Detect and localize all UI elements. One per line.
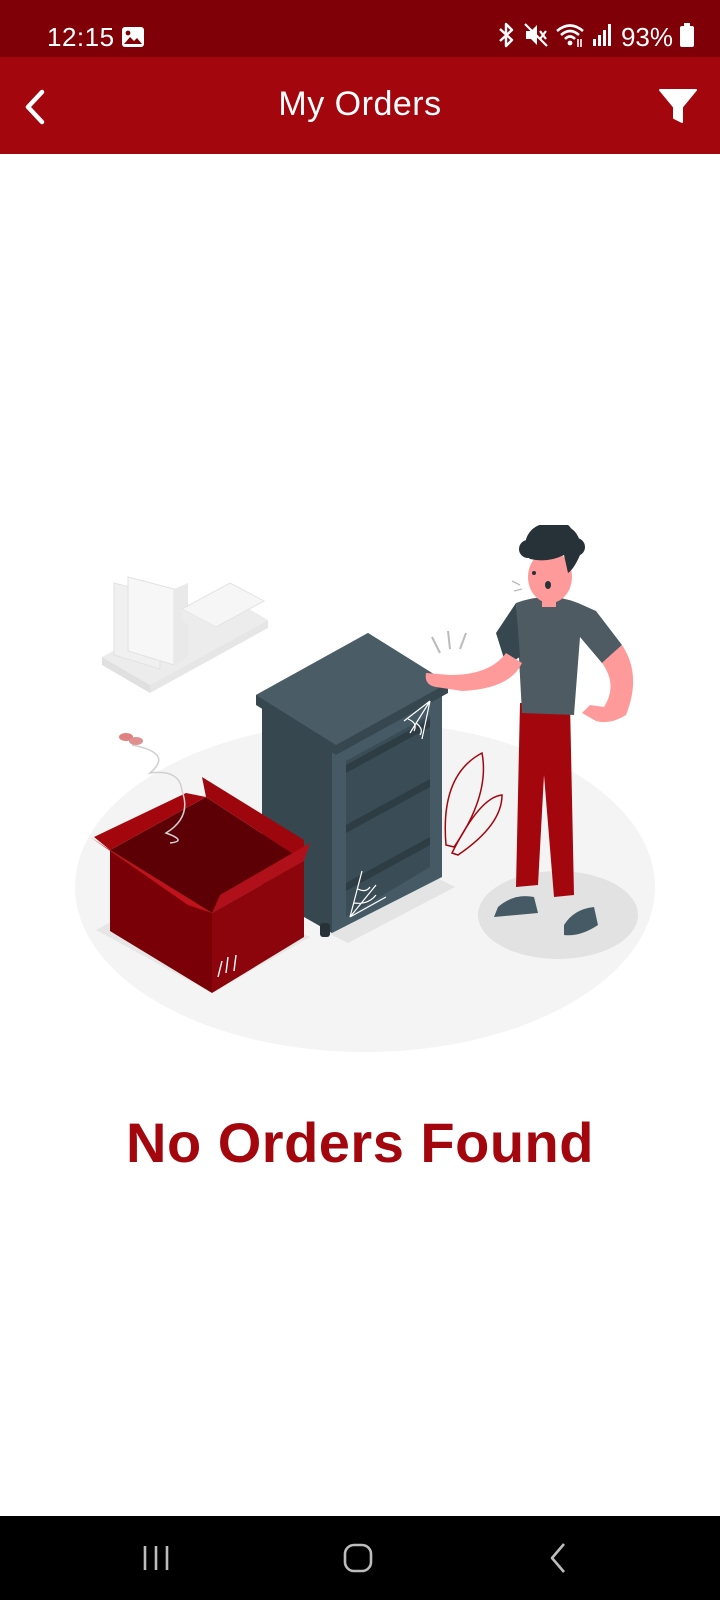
status-bar: 12:15 93% — [0, 0, 720, 57]
recent-apps-icon — [143, 1546, 169, 1570]
bluetooth-icon — [497, 22, 517, 53]
status-time: 12:15 — [47, 22, 115, 52]
empty-orders-illustration — [70, 522, 660, 1080]
back-icon — [550, 1543, 565, 1573]
system-nav-bar — [0, 1516, 720, 1600]
filter-button[interactable] — [656, 87, 700, 127]
system-back-button[interactable] — [538, 1536, 582, 1580]
mute-icon — [524, 22, 548, 53]
signal-icon — [592, 23, 614, 52]
filter-icon — [659, 89, 697, 123]
recent-apps-button[interactable] — [134, 1536, 178, 1580]
gallery-icon — [121, 26, 145, 53]
battery-percentage: 93% — [620, 21, 673, 52]
page-title: My Orders — [278, 85, 442, 123]
status-icons: 93% — [497, 20, 694, 54]
app-bar: My Orders — [0, 57, 720, 154]
home-icon — [343, 1543, 373, 1573]
bookshelf-icon — [102, 576, 268, 693]
empty-state-message: No Orders Found — [126, 1111, 594, 1174]
wifi-icon — [555, 22, 585, 53]
battery-icon — [680, 22, 694, 52]
home-button[interactable] — [336, 1536, 380, 1580]
